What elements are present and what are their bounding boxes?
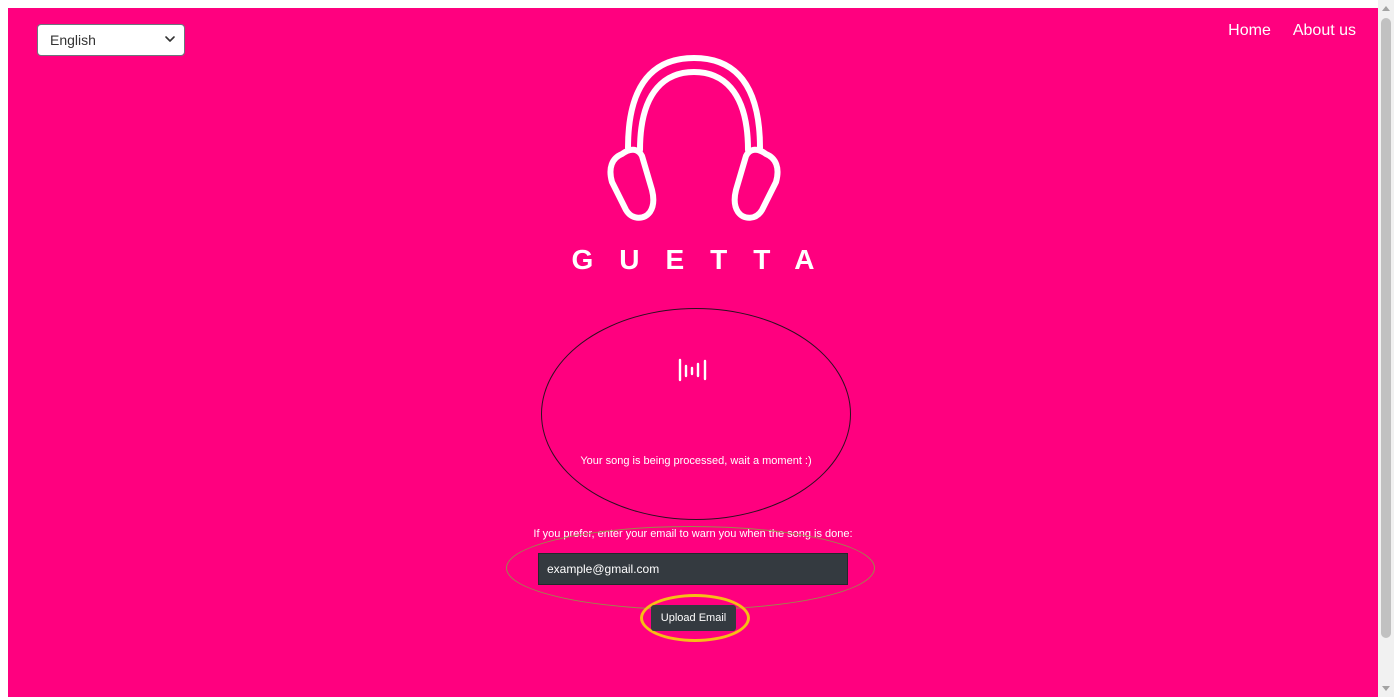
processing-message: Your song is being processed, wait a mom… <box>580 455 812 467</box>
nav-home-link[interactable]: Home <box>1228 22 1271 40</box>
page-background: English Home About us GUETTA Your song i… <box>8 8 1378 697</box>
scrollbar-thumb[interactable] <box>1381 18 1391 638</box>
upload-email-button[interactable]: Upload Email <box>651 605 736 631</box>
language-select[interactable]: English <box>37 24 185 56</box>
processing-circle <box>541 308 851 520</box>
scroll-down-arrow-icon[interactable] <box>1382 686 1390 691</box>
vertical-scrollbar[interactable] <box>1378 0 1394 697</box>
headphones-icon <box>607 55 781 221</box>
email-input[interactable]: example@gmail.com <box>538 553 848 585</box>
audio-wave-icon <box>678 358 707 382</box>
email-input-placeholder: example@gmail.com <box>547 562 660 576</box>
language-select-value: English <box>50 32 96 48</box>
nav-about-link[interactable]: About us <box>1293 22 1356 40</box>
top-nav: Home About us <box>1228 22 1356 40</box>
brand-title: GUETTA <box>571 244 841 275</box>
scroll-up-arrow-icon[interactable] <box>1382 6 1390 11</box>
chevron-down-icon <box>165 36 175 42</box>
